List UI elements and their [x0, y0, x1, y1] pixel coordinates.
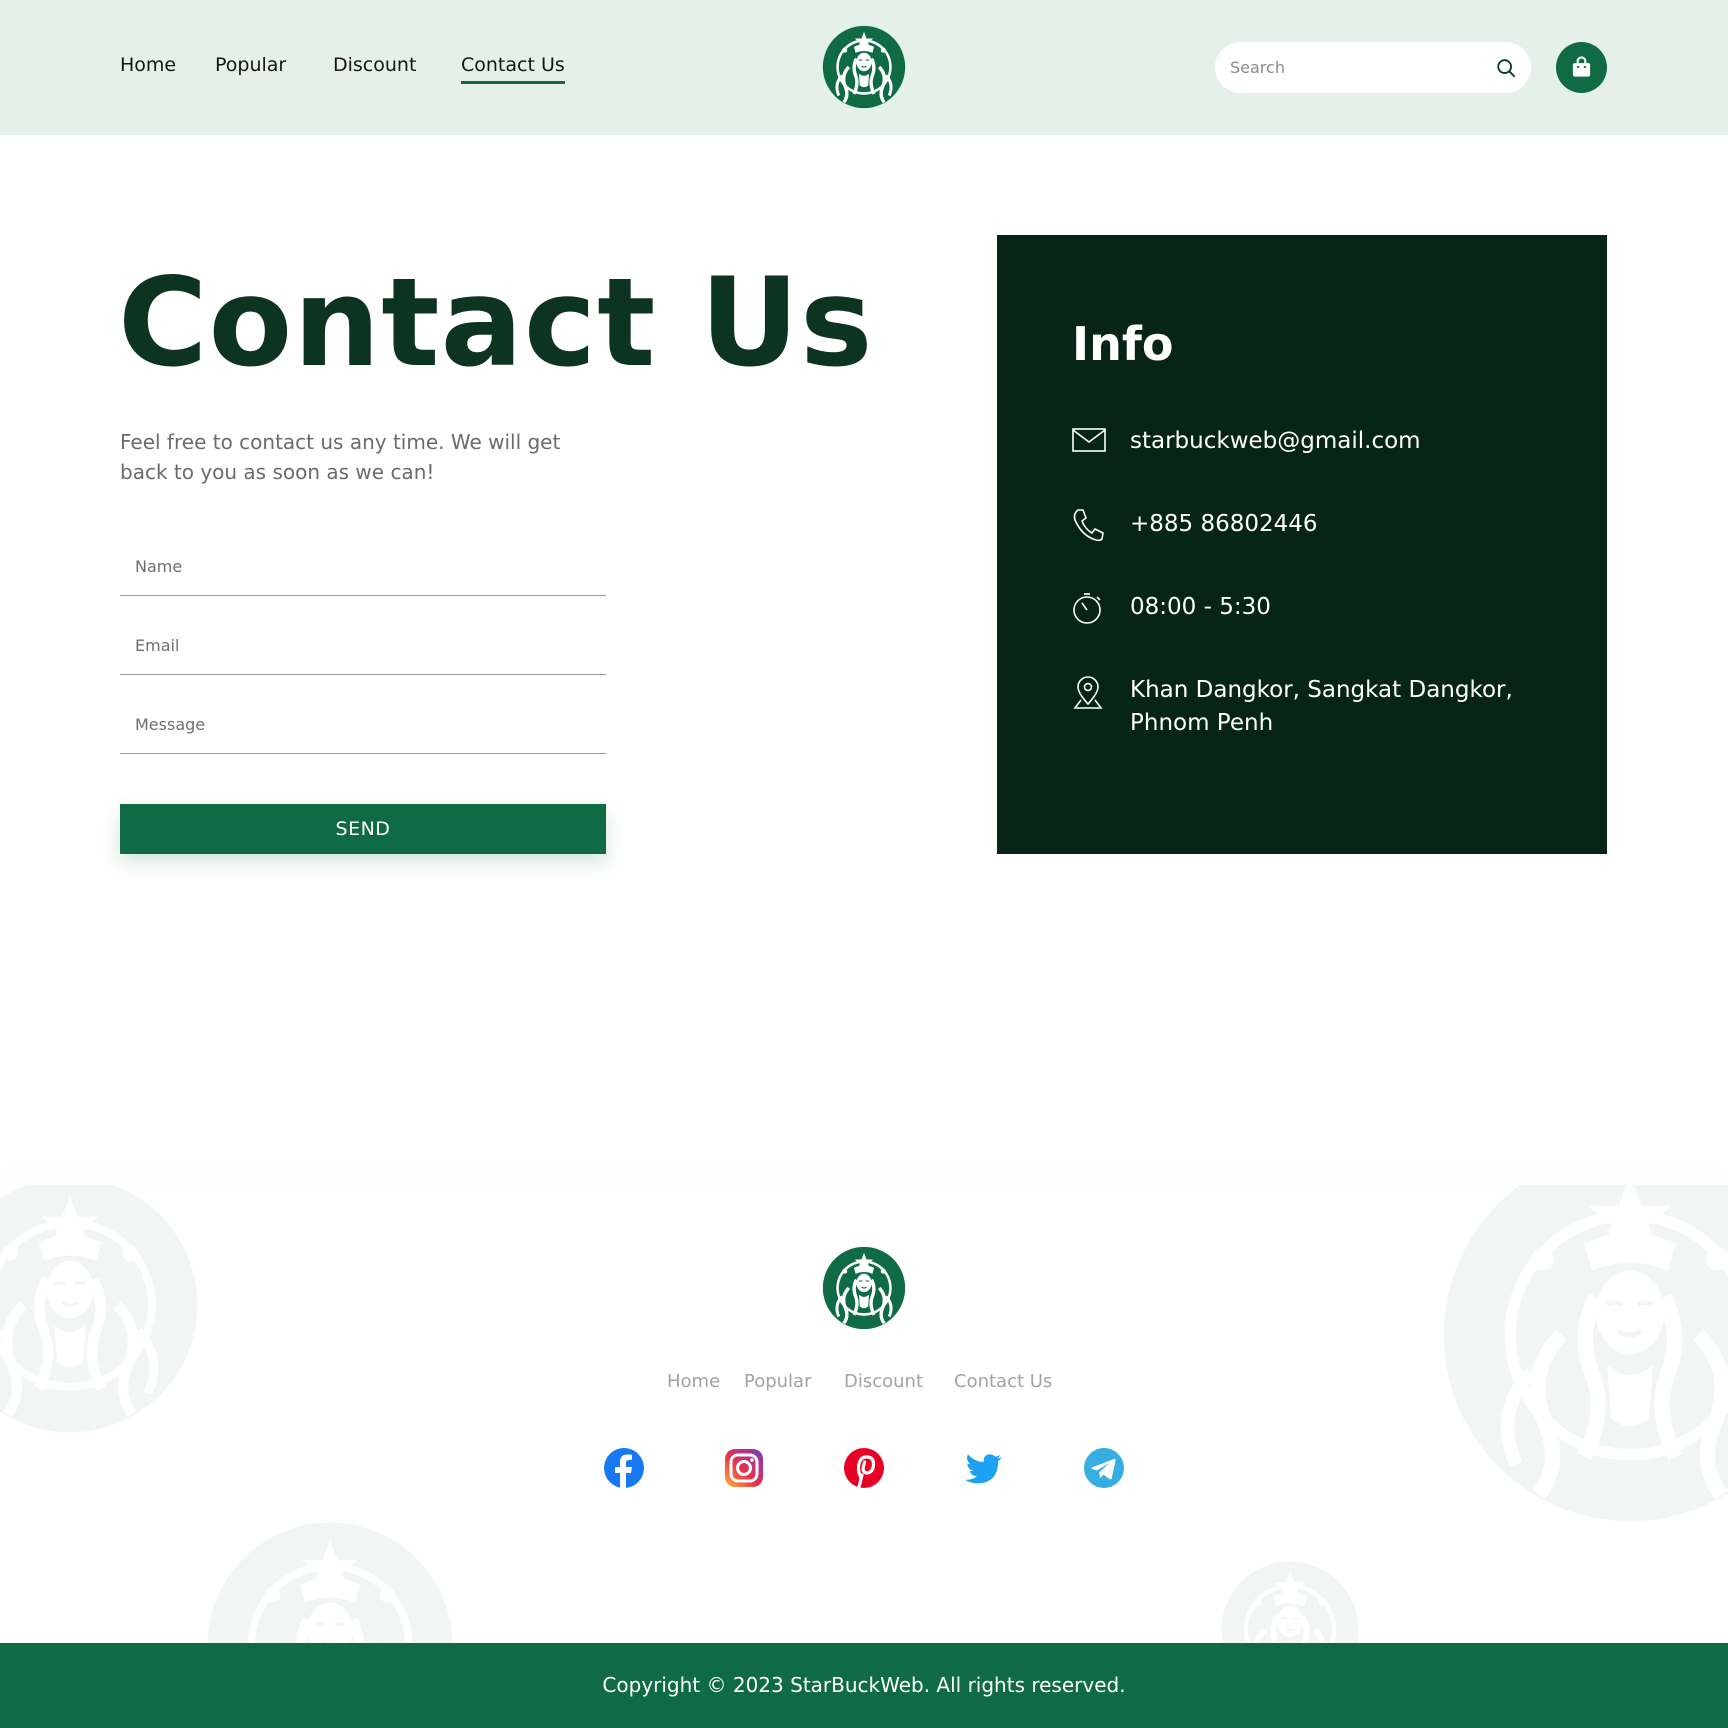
- instagram-icon[interactable]: [723, 1447, 765, 1489]
- footer-nav-discount[interactable]: Discount: [844, 1371, 923, 1392]
- phone-icon: [1073, 509, 1104, 542]
- mail-icon: [1072, 428, 1106, 452]
- telegram-icon[interactable]: [1083, 1447, 1125, 1489]
- info-hours: 08:00 - 5:30: [1130, 594, 1271, 620]
- watermark-siren-icon: [1220, 1560, 1360, 1643]
- send-button[interactable]: SEND: [120, 804, 606, 854]
- search-icon[interactable]: [1495, 57, 1517, 79]
- site-header: Home Popular Discount Contact Us: [0, 0, 1728, 135]
- pinterest-icon[interactable]: [843, 1447, 885, 1489]
- nav-home[interactable]: Home: [120, 54, 176, 76]
- location-pin-icon: [1073, 676, 1103, 709]
- name-field[interactable]: [135, 538, 595, 594]
- twitter-icon[interactable]: [963, 1447, 1005, 1489]
- nav-discount[interactable]: Discount: [333, 54, 416, 76]
- message-field-wrapper: [120, 696, 606, 754]
- siren-logo-icon[interactable]: [822, 25, 906, 109]
- info-panel: Info starbuckweb@gmail.com +885 86802446…: [997, 235, 1607, 854]
- email-field-wrapper: [120, 617, 606, 675]
- info-phone[interactable]: +885 86802446: [1130, 508, 1570, 541]
- message-field[interactable]: [135, 696, 595, 752]
- footer-nav-contact-us[interactable]: Contact Us: [954, 1371, 1052, 1392]
- nav-popular[interactable]: Popular: [215, 54, 286, 76]
- search-input[interactable]: [1230, 42, 1480, 93]
- footer-nav-popular[interactable]: Popular: [744, 1371, 812, 1392]
- watermark-siren-icon: [1440, 1185, 1728, 1525]
- info-address: Khan Dangkor, Sangkat Dangkor, Phnom Pen…: [1130, 677, 1513, 736]
- page-title: Contact Us: [118, 252, 874, 394]
- nav-contact-us[interactable]: Contact Us: [461, 54, 565, 84]
- stopwatch-icon: [1073, 593, 1101, 624]
- info-email[interactable]: starbuckweb@gmail.com: [1130, 425, 1570, 458]
- shopping-bag-icon: [1572, 56, 1591, 77]
- watermark-siren-icon: [205, 1520, 455, 1643]
- facebook-icon[interactable]: [603, 1447, 645, 1489]
- watermark-siren-icon: [0, 1185, 200, 1435]
- cart-button[interactable]: [1556, 42, 1607, 93]
- search-box: [1215, 42, 1531, 93]
- intro-text: Feel free to contact us any time. We wil…: [120, 430, 561, 484]
- info-heading: Info: [1072, 317, 1174, 371]
- footer-siren-logo-icon[interactable]: [822, 1246, 906, 1330]
- copyright-text: Copyright © 2023 StarBuckWeb. All rights…: [602, 1673, 1126, 1697]
- footer-nav-home[interactable]: Home: [667, 1371, 720, 1392]
- copyright-bar: Copyright © 2023 StarBuckWeb. All rights…: [0, 1643, 1728, 1728]
- name-field-wrapper: [120, 538, 606, 596]
- email-field[interactable]: [135, 617, 595, 673]
